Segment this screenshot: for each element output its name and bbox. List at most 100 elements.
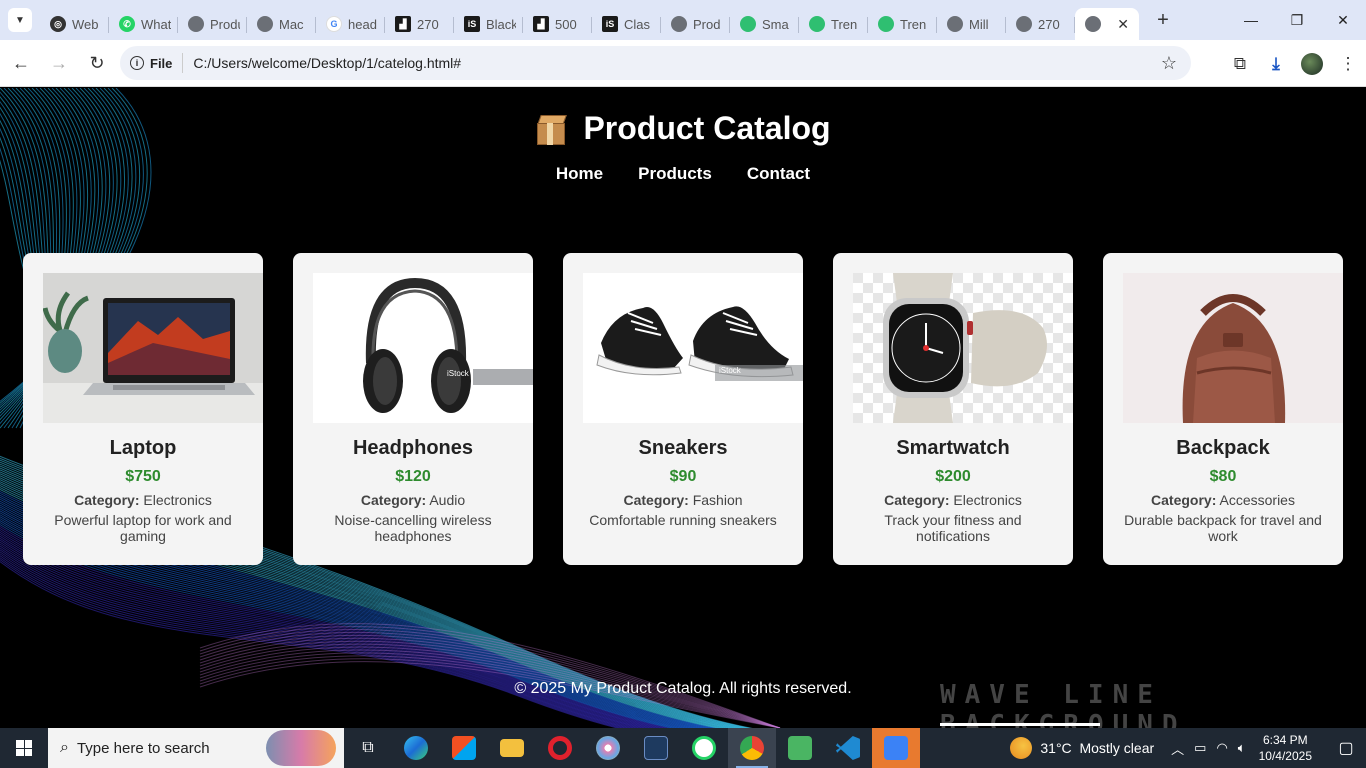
new-tab-button[interactable]: + (1151, 9, 1175, 32)
product-card[interactable]: Backpack $80 Category: Accessories Durab… (1103, 253, 1343, 565)
site-header: Product Catalog Home Products Contact (0, 110, 1366, 184)
globe-icon (947, 16, 963, 32)
tab-active[interactable]: ✕ (1075, 8, 1139, 40)
product-price: $200 (935, 468, 971, 485)
tab[interactable]: ◎ Web (40, 8, 109, 40)
tab[interactable]: Tren (868, 8, 937, 40)
product-card[interactable]: Smartwatch $200 Category: Electronics Tr… (833, 253, 1073, 565)
profile-avatar[interactable] (1301, 52, 1323, 75)
product-name: Backpack (1176, 437, 1270, 459)
restore-icon[interactable]: ❐ (1274, 0, 1320, 40)
task-view-icon[interactable]: ⧉ (344, 728, 392, 768)
info-icon: i (130, 56, 144, 70)
clock[interactable]: 6:34 PM 10/4/2025 (1259, 732, 1312, 764)
vscode-icon[interactable] (824, 728, 872, 768)
product-category: Category: Accessories (1151, 492, 1295, 508)
product-category: Category: Electronics (74, 492, 212, 508)
whatsapp-taskbar-icon[interactable] (680, 728, 728, 768)
tab-strip: ▼ ◎Web ✆WhatsApp Product Mac Ghead ▟270 … (0, 0, 1366, 40)
product-card[interactable]: iStock Headphones $120 Category: Audio N… (293, 253, 533, 565)
whatsapp-icon: ✆ (119, 16, 135, 32)
google-icon: G (326, 16, 342, 32)
notepad-icon[interactable] (776, 728, 824, 768)
product-image-headphones: iStock (313, 273, 533, 423)
edge-icon[interactable] (392, 728, 440, 768)
store-icon[interactable] (440, 728, 488, 768)
watermark-bar (940, 723, 1100, 726)
volume-icon[interactable]: 🔈︎ (1238, 740, 1246, 756)
green-site-icon (740, 16, 756, 32)
back-icon[interactable]: ← (4, 46, 38, 80)
extensions-icon[interactable]: ⧉ (1222, 46, 1258, 82)
product-name: Sneakers (638, 437, 728, 459)
close-tab-icon[interactable]: ✕ (1117, 16, 1129, 33)
wifi-icon[interactable]: ◠ (1216, 740, 1227, 756)
openai-icon: ◎ (50, 16, 66, 32)
product-price: $90 (669, 468, 697, 485)
product-card[interactable]: iStock Sneakers $90 Category: Fashion Co… (563, 253, 803, 565)
weather-moon-icon (1010, 737, 1033, 759)
product-card[interactable]: Laptop $750 Category: Electronics Powerf… (23, 253, 263, 565)
start-button[interactable] (0, 728, 48, 768)
tab[interactable]: Mac (247, 8, 316, 40)
tab[interactable]: ▟ 270 (385, 8, 454, 40)
address-bar[interactable]: i File C:/Users/welcome/Desktop/1/catelo… (120, 46, 1191, 80)
tab[interactable]: Sma (730, 8, 799, 40)
tab[interactable]: iS Clas (592, 8, 661, 40)
product-price: $80 (1209, 468, 1237, 485)
product-price: $750 (125, 468, 161, 485)
app-orange-icon[interactable] (872, 728, 920, 768)
forward-icon[interactable]: → (42, 46, 76, 80)
notification-icon[interactable]: ▢ (1326, 728, 1366, 768)
tab[interactable]: Mill (937, 8, 1006, 40)
chevron-up-icon[interactable]: ︿ (1171, 739, 1184, 758)
globe-icon (1016, 16, 1032, 32)
product-category: Category: Audio (360, 492, 466, 508)
taskbar-search-box[interactable]: ⌕ Type here to search (48, 728, 344, 768)
tab[interactable]: Tren (799, 8, 868, 40)
download-icon[interactable]: ⤓ (1258, 46, 1294, 82)
product-name: Laptop (109, 437, 177, 459)
battery-icon[interactable]: ▭ (1194, 740, 1206, 756)
taskbar: ⌕ Type here to search ⧉ 31°C Mostly clea… (0, 728, 1366, 768)
paint-icon[interactable] (584, 728, 632, 768)
nav-products-link[interactable]: Products (638, 164, 712, 184)
tab[interactable]: 270 (1006, 8, 1075, 40)
tab[interactable]: ▟ 500 (523, 8, 592, 40)
reload-icon[interactable]: ↻ (80, 46, 114, 80)
istock-watermark: iStock (719, 366, 741, 375)
product-image-backpack (1123, 273, 1343, 423)
nav-home-link[interactable]: Home (556, 164, 603, 184)
istock-watermark: iStock (447, 369, 469, 378)
package-icon (535, 113, 568, 145)
weather-widget[interactable]: 31°C Mostly clear (1010, 737, 1154, 759)
product-price: $120 (395, 468, 431, 485)
product-description: Noise-cancelling wireless headphones (334, 512, 492, 544)
bookmark-star-icon[interactable]: ☆ (1161, 53, 1177, 74)
app-icon[interactable] (632, 728, 680, 768)
opera-icon[interactable] (536, 728, 584, 768)
menu-kebab-icon[interactable]: ⋮ (1330, 46, 1366, 82)
url-text[interactable]: C:/Users/welcome/Desktop/1/catelog.html# (193, 55, 461, 71)
tab[interactable]: ✆WhatsApp (109, 8, 178, 40)
close-window-icon[interactable]: ✕ (1320, 0, 1366, 40)
tab[interactable]: Prod (661, 8, 730, 40)
tab[interactable]: Product (178, 8, 247, 40)
minimize-icon[interactable]: — (1228, 0, 1274, 40)
background-watermark: WAVE LINE BACKGROUND (940, 680, 1187, 728)
taskbar-apps: ⧉ (344, 728, 920, 768)
toolbar-actions: ⧉ ⤓ ⋮ (1222, 40, 1366, 87)
product-grid: Laptop $750 Category: Electronics Powerf… (23, 253, 1343, 565)
file-explorer-icon[interactable] (488, 728, 536, 768)
tab[interactable]: Ghead (316, 8, 385, 40)
tab-search-dropdown-icon[interactable]: ▼ (8, 8, 32, 32)
nav-contact-link[interactable]: Contact (747, 164, 810, 184)
tab[interactable]: iS Black (454, 8, 523, 40)
chrome-icon[interactable] (728, 728, 776, 768)
product-category: Category: Electronics (884, 492, 1022, 508)
globe-icon (671, 16, 687, 32)
product-description: Durable backpack for travel and work (1124, 512, 1322, 544)
search-icon: ⌕ (60, 739, 69, 756)
system-tray: 31°C Mostly clear ︿ ▭ ◠ 🔈︎ 6:34 PM 10/4/… (1010, 728, 1366, 768)
site-info-chip[interactable]: i File (130, 53, 184, 73)
